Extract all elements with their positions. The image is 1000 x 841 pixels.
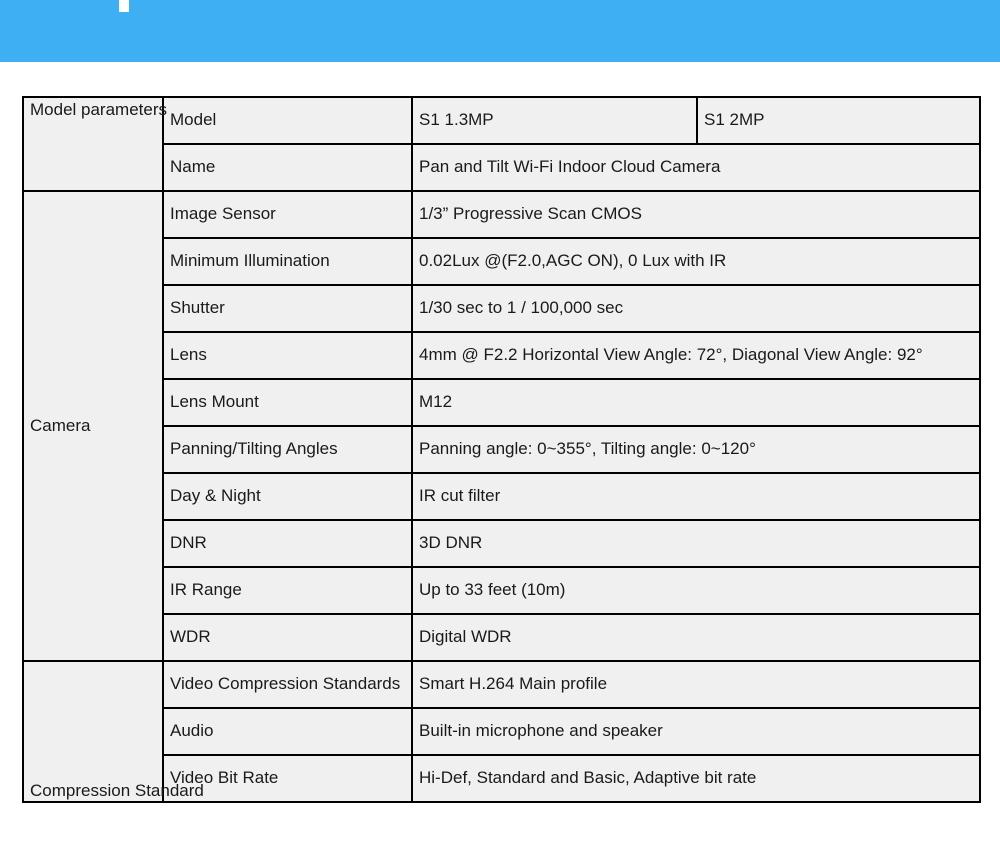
spec-key: Panning/Tilting Angles [162,425,413,474]
table-row: IR Range Up to 33 feet (10m) [23,566,981,615]
spec-value-model-b: S1 2MP [696,96,981,145]
spec-key: IR Range [162,566,413,615]
partial-logo-mark [119,0,129,12]
table-row: Lens Mount M12 [23,378,981,427]
spec-key: Lens [162,331,413,380]
table-row: Compression Standard Video Compression S… [22,660,981,803]
spec-value: Hi-Def, Standard and Basic, Adaptive bit… [411,754,981,803]
spec-key: Video Compression Standards [162,660,413,709]
spec-key: Day & Night [162,472,413,521]
spec-key: Minimum Illumination [162,237,413,286]
table-row: Lens 4mm @ F2.2 Horizontal View Angle: 7… [23,331,981,380]
spec-key: Image Sensor [162,190,413,239]
spec-value: Digital WDR [411,613,981,662]
table-row: Name Pan and Tilt Wi-Fi Indoor Cloud Cam… [23,143,981,192]
spec-value: Panning angle: 0~355°, Tilting angle: 0~… [411,425,981,474]
table-row: Shutter 1/30 sec to 1 / 100,000 sec [23,284,981,333]
spec-value: Built-in microphone and speaker [411,707,981,756]
table-row: Day & Night IR cut filter [23,472,981,521]
spec-key: WDR [162,613,413,662]
spec-key: Name [162,143,413,192]
specification-table-container: Model parameters Model S1 1.3MP S1 2MP N… [22,96,981,803]
table-row: Minimum Illumination 0.02Lux @(F2.0,AGC … [23,237,981,286]
specification-table-body: Model parameters Model S1 1.3MP S1 2MP N… [22,96,981,803]
spec-value: 3D DNR [411,519,981,568]
top-banner [0,0,1000,62]
spec-value: Pan and Tilt Wi-Fi Indoor Cloud Camera [411,143,981,192]
table-row: Panning/Tilting Angles Panning angle: 0~… [23,425,981,474]
spec-value: 0.02Lux @(F2.0,AGC ON), 0 Lux with IR [411,237,981,286]
spec-value: 1/3” Progressive Scan CMOS [411,190,981,239]
spec-value: 4mm @ F2.2 Horizontal View Angle: 72°, D… [411,331,981,380]
table-row: Audio Built-in microphone and speaker [23,707,981,756]
spec-key: Lens Mount [162,378,413,427]
spec-value: Smart H.264 Main profile [411,660,981,709]
spec-value: IR cut filter [411,472,981,521]
table-row: DNR 3D DNR [23,519,981,568]
specification-table: Model parameters Model S1 1.3MP S1 2MP N… [22,96,981,803]
spec-value: 1/30 sec to 1 / 100,000 sec [411,284,981,333]
spec-key: Shutter [162,284,413,333]
spec-value: M12 [411,378,981,427]
section-label-camera: Camera [22,190,164,662]
table-row: WDR Digital WDR [23,613,981,662]
spec-key: DNR [162,519,413,568]
table-row: Camera Image Sensor 1/3” Progressive Sca… [22,190,981,662]
spec-value-model-a: S1 1.3MP [411,96,698,145]
spec-value: Up to 33 feet (10m) [411,566,981,615]
section-label-compression-standard: Compression Standard [22,660,204,803]
spec-key: Audio [162,707,413,756]
spec-key: Model [162,96,413,145]
table-row: Model parameters Model S1 1.3MP S1 2MP [22,96,981,192]
section-label-model-parameters: Model parameters [22,96,167,192]
